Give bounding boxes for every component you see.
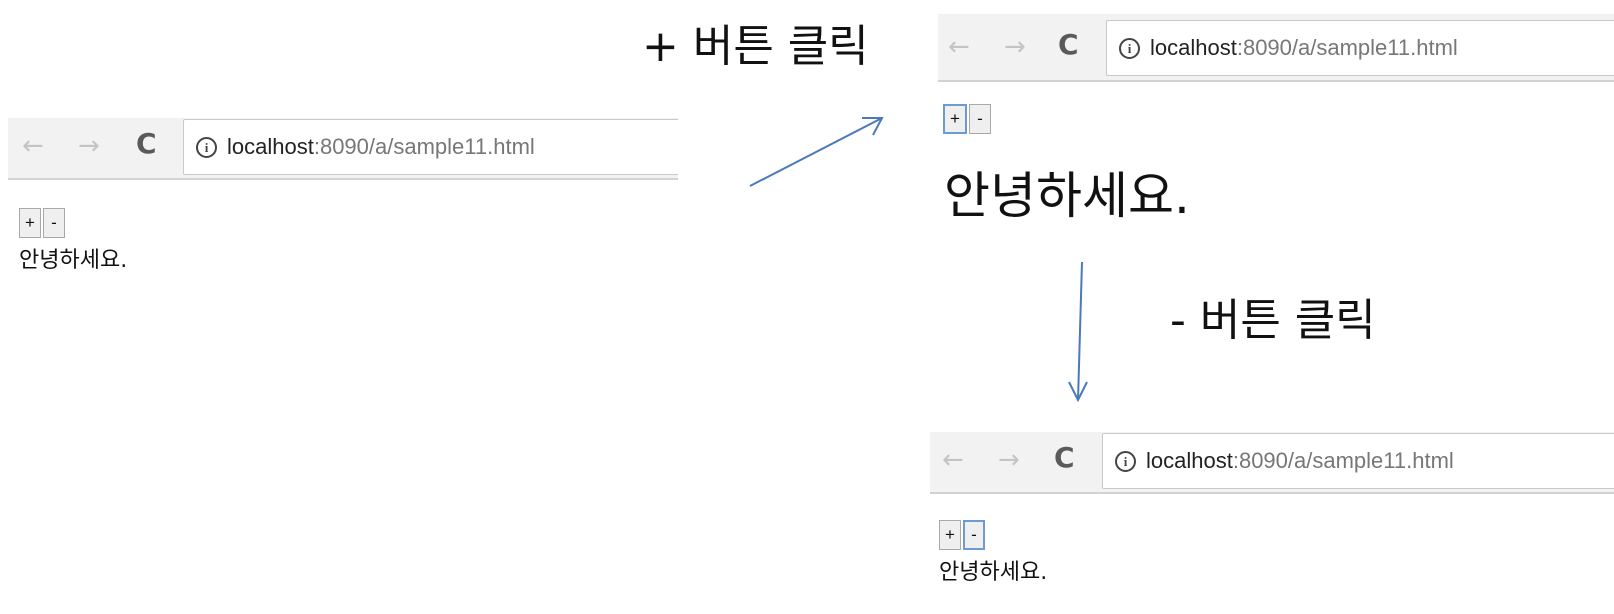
info-icon[interactable]: i [1119, 37, 1140, 59]
browser-screenshot-after-minus: ← → C i localhost:8090/a/sample11.html +… [930, 432, 1614, 614]
forward-arrow-icon[interactable]: → [1004, 32, 1026, 62]
button-group: + - [939, 520, 985, 550]
address-bar[interactable]: i localhost:8090/a/sample11.html [1106, 20, 1614, 76]
back-arrow-icon[interactable]: ← [22, 131, 44, 161]
reload-icon[interactable]: C [1054, 443, 1075, 473]
url-host: localhost [227, 134, 314, 159]
url-path: :8090/a/sample11.html [313, 134, 535, 159]
arrow-to-plus-state [749, 117, 884, 187]
url-path: :8090/a/sample11.html [1232, 448, 1454, 473]
minus-button[interactable]: - [968, 104, 991, 134]
button-group: + - [943, 104, 991, 134]
plus-button[interactable]: + [943, 104, 967, 134]
address-bar[interactable]: i localhost:8090/a/sample11.html [183, 119, 678, 175]
greeting-text: 안녕하세요. [19, 248, 128, 273]
greeting-text: 안녕하세요. [939, 560, 1048, 585]
url-host: localhost [1150, 35, 1237, 60]
greeting-text-enlarged: 안녕하세요. [944, 167, 1190, 225]
browser-toolbar: ← → C i localhost:8090/a/sample11.html [938, 14, 1614, 82]
url-path: :8090/a/sample11.html [1236, 35, 1458, 60]
forward-arrow-icon[interactable]: → [998, 445, 1020, 475]
address-bar[interactable]: i localhost:8090/a/sample11.html [1102, 433, 1614, 489]
minus-button[interactable]: - [963, 520, 985, 550]
info-icon[interactable]: i [196, 136, 217, 158]
info-icon[interactable]: i [1115, 450, 1136, 472]
browser-toolbar: ← → C i localhost:8090/a/sample11.html [8, 118, 678, 180]
plus-button[interactable]: + [19, 208, 41, 238]
reload-icon[interactable]: C [1058, 30, 1079, 60]
button-group: + - [19, 208, 65, 238]
url-host: localhost [1146, 448, 1233, 473]
browser-toolbar: ← → C i localhost:8090/a/sample11.html [930, 432, 1614, 494]
browser-screenshot-initial: ← → C i localhost:8090/a/sample11.html +… [8, 118, 678, 318]
browser-screenshot-after-plus: ← → C i localhost:8090/a/sample11.html +… [938, 14, 1614, 244]
back-arrow-icon[interactable]: ← [942, 445, 964, 475]
minus-button[interactable]: - [43, 208, 65, 238]
reload-icon[interactable]: C [136, 129, 157, 159]
arrow-to-minus-state [1068, 261, 1088, 403]
plus-button[interactable]: + [939, 520, 961, 550]
forward-arrow-icon[interactable]: → [78, 131, 100, 161]
back-arrow-icon[interactable]: ← [948, 32, 970, 62]
